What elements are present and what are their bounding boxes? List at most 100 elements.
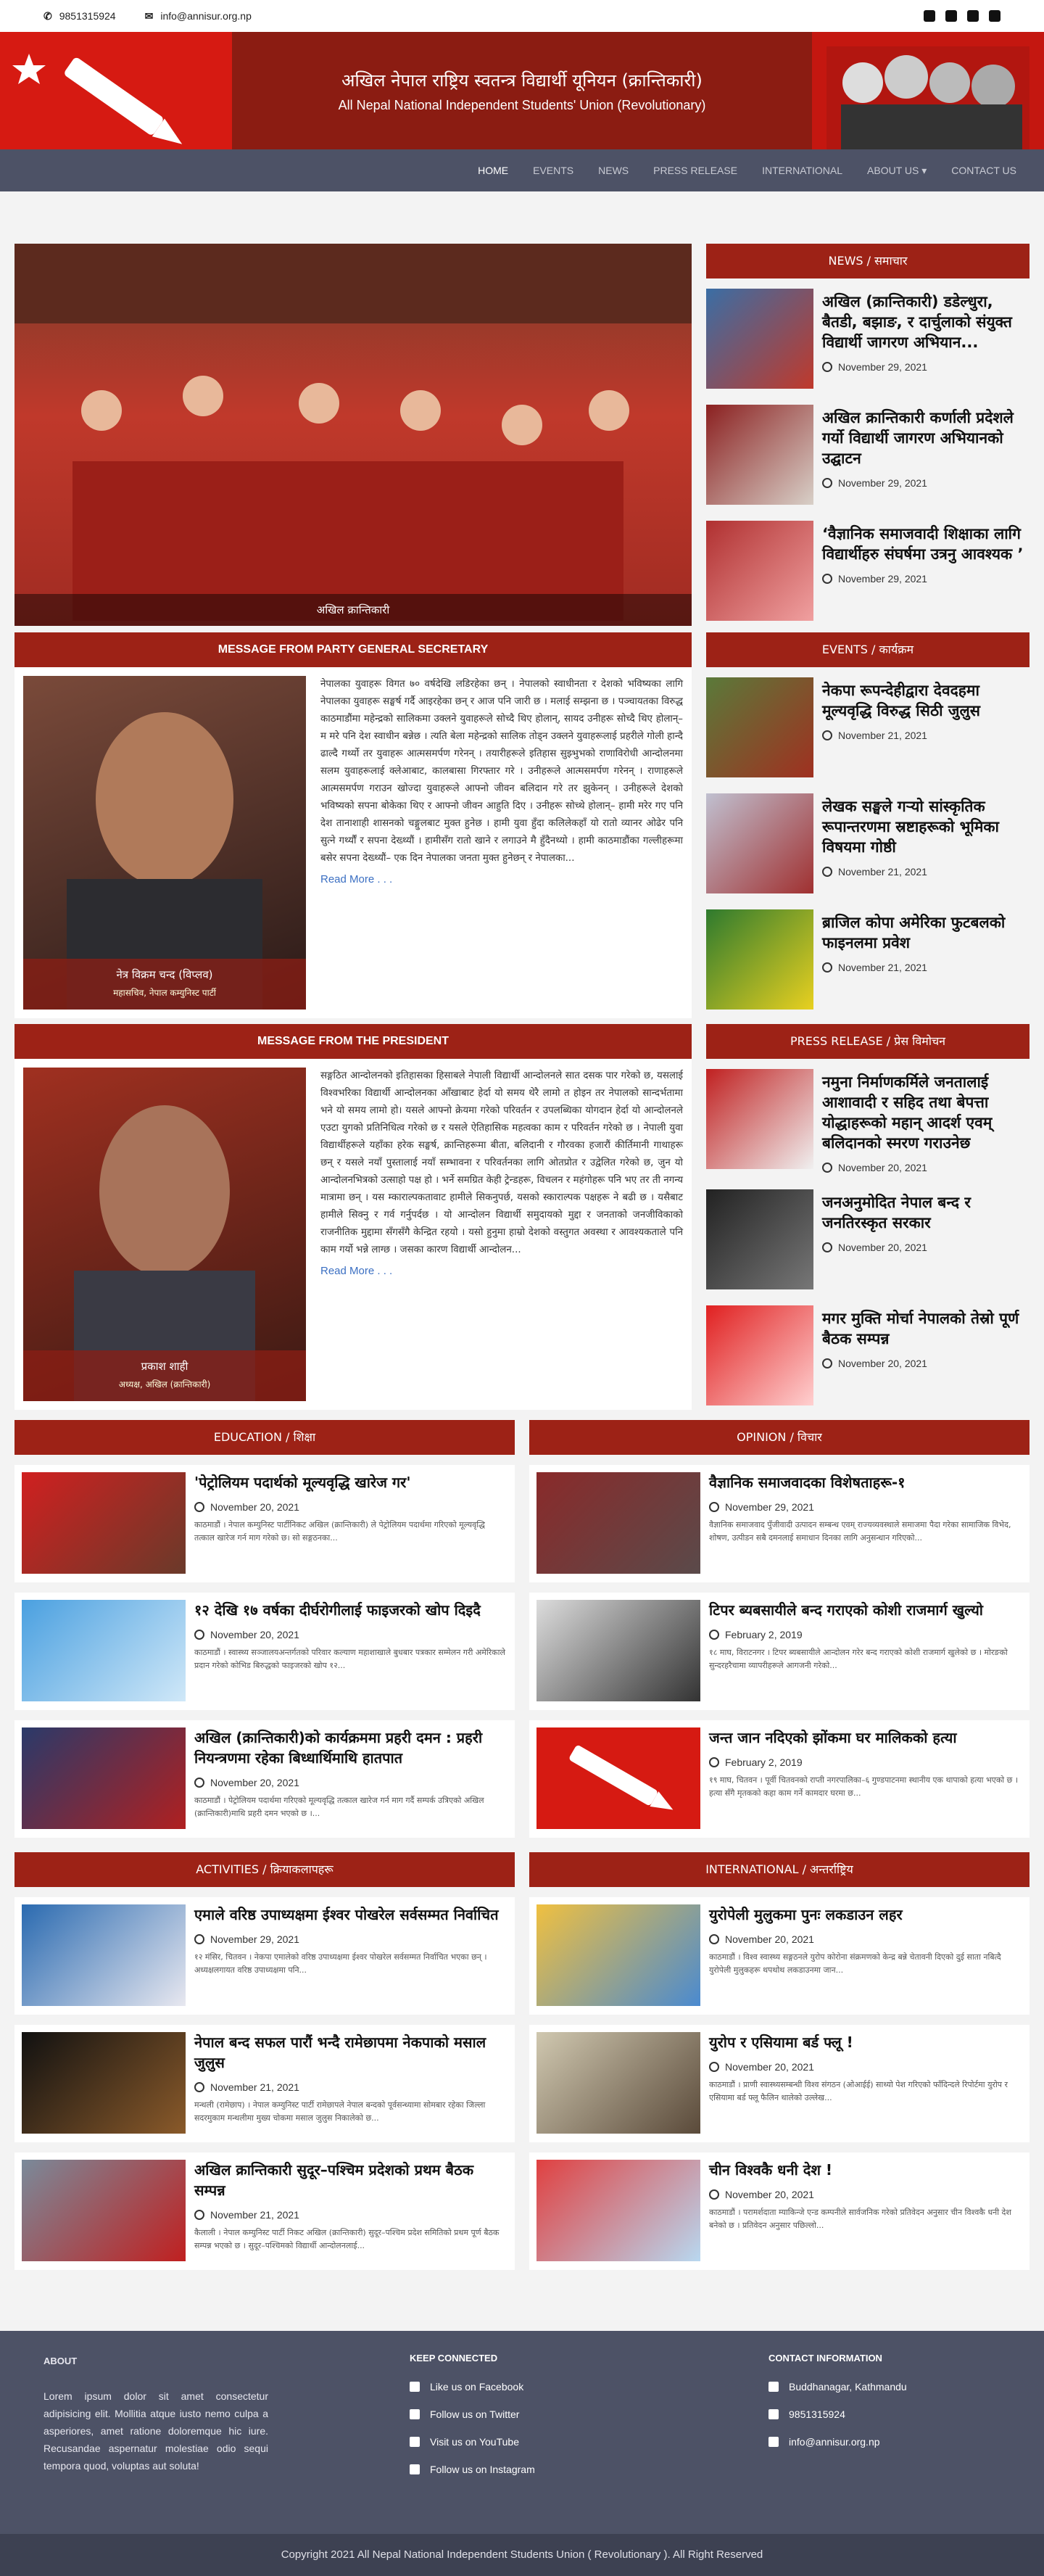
hero-image[interactable]: अखिल क्रान्तिकारी xyxy=(14,244,692,626)
news-item[interactable]: ‘वैज्ञानिक समाजवादी शिक्षाका लागि विद्या… xyxy=(706,511,1030,627)
international-item[interactable]: चीन विश्वकै धनी देश ! November 20, 2021 का… xyxy=(529,2152,1030,2270)
activity-item[interactable]: एमाले वरिष्ठ उपाध्यक्षमा ईश्वर पोखरेल सर… xyxy=(14,1897,515,2015)
nav-international[interactable]: INTERNATIONAL xyxy=(762,165,842,176)
international-title[interactable]: युरोपेली मुलुकमा पुनः लकडाउन लहर xyxy=(709,1904,1022,1925)
facebook-link[interactable]: Like us on Facebook xyxy=(410,2381,627,2393)
event-item[interactable]: ब्राजिल कोपा अमेरिका फुटबलको फाइनलमा प्र… xyxy=(706,899,1030,1015)
education-title[interactable]: 'पेट्रोलियम पदार्थको मूल्यवृद्धि खारेज ग… xyxy=(194,1472,508,1493)
event-title[interactable]: ब्राजिल कोपा अमेरिका फुटबलको फाइनलमा प्र… xyxy=(822,912,1030,953)
international-title[interactable]: चीन विश्वकै धनी देश ! xyxy=(709,2160,1022,2180)
news-title[interactable]: ‘वैज्ञानिक समाजवादी शिक्षाका लागि विद्या… xyxy=(822,524,1030,564)
news-thumbnail[interactable] xyxy=(706,521,813,621)
event-thumbnail[interactable] xyxy=(706,793,813,893)
press-title[interactable]: मगर मुक्ति मोर्चा नेपालको तेस्रो पूर्ण ब… xyxy=(822,1308,1030,1349)
press-date: November 20, 2021 xyxy=(822,1162,1030,1173)
press-title[interactable]: जनअनुमोदित नेपाल बन्द र जनतिरस्कृत सरकार xyxy=(822,1192,1030,1233)
opinion-thumbnail[interactable] xyxy=(536,1727,700,1829)
activity-excerpt: मन्थली (रामेछाप) । नेपाल कम्युनिस्ट पार्… xyxy=(194,2100,486,2123)
education-item[interactable]: १२ देखि १७ वर्षका दीर्घरोगीलाई फाइजरको ख… xyxy=(14,1593,515,1710)
international-title[interactable]: युरोप र एसियामा बर्ड फ्लू ! xyxy=(709,2032,1022,2052)
press-item[interactable]: मगर मुक्ति मोर्चा नेपालको तेस्रो पूर्ण ब… xyxy=(706,1295,1030,1411)
activity-title[interactable]: एमाले वरिष्ठ उपाध्यक्षमा ईश्वर पोखरेल सर… xyxy=(194,1904,508,1925)
education-thumbnail[interactable] xyxy=(22,1600,186,1701)
opinion-heading: OPINION / विचार xyxy=(529,1420,1030,1455)
international-item[interactable]: युरोपेली मुलुकमा पुनः लकडाउन लहर November… xyxy=(529,1897,1030,2015)
event-item[interactable]: नेकपा रूपन्देहीद्वारा देवदहमा मूल्यवृद्ध… xyxy=(706,667,1030,783)
nav-home[interactable]: HOME xyxy=(478,165,508,176)
news-thumbnail[interactable] xyxy=(706,405,813,505)
press-item[interactable]: जनअनुमोदित नेपाल बन्द र जनतिरस्कृत सरकार… xyxy=(706,1179,1030,1295)
news-item[interactable]: अखिल क्रान्तिकारी कर्णाली प्रदेशले गर्यो… xyxy=(706,395,1030,511)
footer-email[interactable]: info@annisur.org.np xyxy=(768,2436,1000,2448)
news-thumbnail[interactable] xyxy=(706,289,813,389)
instagram-link[interactable]: Follow us on Instagram xyxy=(410,2464,627,2475)
activity-thumbnail[interactable] xyxy=(22,2160,186,2261)
activity-item[interactable]: अखिल क्रान्तिकारी सुदूर–पश्चिम प्रदेशको … xyxy=(14,2152,515,2270)
education-title[interactable]: १२ देखि १७ वर्षका दीर्घरोगीलाई फाइजरको ख… xyxy=(194,1600,508,1620)
opinion-title[interactable]: टिपर ब्यबसायीले बन्द गराएको कोशी राजमार्… xyxy=(709,1600,1022,1620)
event-date: November 21, 2021 xyxy=(822,962,1030,973)
top-bar: ✆ 9851315924 ✉ info@annisur.org.np xyxy=(0,0,1044,32)
education-item[interactable]: अखिल (क्रान्तिकारी)को कार्यक्रममा प्रहरी… xyxy=(14,1720,515,1838)
opinion-thumbnail[interactable] xyxy=(536,1472,700,1574)
press-item[interactable]: नमुना निर्माणकर्मिले जनतालाई आशावादी र स… xyxy=(706,1059,1030,1179)
international-thumbnail[interactable] xyxy=(536,2032,700,2134)
education-item[interactable]: 'पेट्रोलियम पदार्थको मूल्यवृद्धि खारेज ग… xyxy=(14,1465,515,1582)
activity-thumbnail[interactable] xyxy=(22,2032,186,2134)
opinion-title[interactable]: जन्त जान नदिएको झोंकमा घर मालिकको हत्या xyxy=(709,1727,1022,1748)
international-item[interactable]: युरोप र एसियामा बर्ड फ्लू ! November 20, … xyxy=(529,2025,1030,2142)
activity-title[interactable]: नेपाल बन्द सफल पारौं भन्दै रामेछापमा नेक… xyxy=(194,2032,508,2073)
international-thumbnail[interactable] xyxy=(536,2160,700,2261)
press-thumbnail[interactable] xyxy=(706,1189,813,1289)
event-item[interactable]: लेखक सङ्घले गर्‍यो सांस्कृतिक रूपान्तरणम… xyxy=(706,783,1030,899)
education-excerpt: काठमाडौं । नेपाल कम्युनिस्ट पार्टीनिकट अ… xyxy=(194,1520,485,1543)
opinion-thumbnail[interactable] xyxy=(536,1600,700,1701)
youtube-icon[interactable] xyxy=(989,10,1000,22)
logo[interactable] xyxy=(0,32,232,149)
education-title[interactable]: अखिल (क्रान्तिकारी)को कार्यक्रममा प्रहरी… xyxy=(194,1727,508,1768)
news-date: November 29, 2021 xyxy=(822,361,1030,373)
activity-thumbnail[interactable] xyxy=(22,1904,186,2006)
phone-contact[interactable]: ✆ 9851315924 xyxy=(44,10,116,22)
secretary-read-more-link[interactable]: Read More . . . xyxy=(320,873,683,886)
event-title[interactable]: लेखक सङ्घले गर्‍यो सांस्कृतिक रूपान्तरणम… xyxy=(822,796,1030,857)
nav-events[interactable]: EVENTS xyxy=(533,165,573,176)
nav-contact-us[interactable]: CONTACT US xyxy=(951,165,1016,176)
nav-press-release[interactable]: PRESS RELEASE xyxy=(653,165,737,176)
nav-news[interactable]: NEWS xyxy=(598,165,629,176)
event-title[interactable]: नेकपा रूपन्देहीद्वारा देवदहमा मूल्यवृद्ध… xyxy=(822,680,1030,721)
opinion-title[interactable]: वैज्ञानिक समाजवादका विशेषताहरू-१ xyxy=(709,1472,1022,1493)
international-excerpt: काठमाडौं । परामर्शदाता म्याकिन्जे एन्ड क… xyxy=(709,2208,1011,2230)
international-thumbnail[interactable] xyxy=(536,1904,700,2006)
press-thumbnail[interactable] xyxy=(706,1305,813,1405)
press-date: November 20, 2021 xyxy=(822,1242,1030,1253)
nav-about-us[interactable]: ABOUT US ▾ xyxy=(867,165,927,177)
press-thumbnail[interactable] xyxy=(706,1069,813,1169)
instagram-icon[interactable] xyxy=(967,10,979,22)
opinion-item[interactable]: टिपर ब्यबसायीले बन्द गराएको कोशी राजमार्… xyxy=(529,1593,1030,1710)
news-title[interactable]: अखिल (क्रान्तिकारी) डडेल्धुरा, बैतडी, बझ… xyxy=(822,292,1030,352)
footer-phone[interactable]: 9851315924 xyxy=(768,2408,1000,2420)
footer-contact: CONTACT INFORMATION Buddhanagar, Kathman… xyxy=(768,2353,1000,2491)
twitter-link[interactable]: Follow us on Twitter xyxy=(410,2408,627,2420)
opinion-item[interactable]: वैज्ञानिक समाजवादका विशेषताहरू-१ November… xyxy=(529,1465,1030,1582)
secretary-message-heading: MESSAGE FROM PARTY GENERAL SECRETARY xyxy=(14,632,692,667)
news-item[interactable]: अखिल (क्रान्तिकारी) डडेल्धुरा, बैतडी, बझ… xyxy=(706,278,1030,395)
opinion-item[interactable]: जन्त जान नदिएको झोंकमा घर मालिकको हत्या F… xyxy=(529,1720,1030,1838)
activity-item[interactable]: नेपाल बन्द सफल पारौं भन्दै रामेछापमा नेक… xyxy=(14,2025,515,2142)
event-thumbnail[interactable] xyxy=(706,677,813,777)
footer-about: ABOUT Lorem ipsum dolor sit amet consect… xyxy=(44,2353,268,2491)
activity-title[interactable]: अखिल क्रान्तिकारी सुदूर–पश्चिम प्रदेशको … xyxy=(194,2160,508,2200)
education-thumbnail[interactable] xyxy=(22,1727,186,1829)
email-contact[interactable]: ✉ info@annisur.org.np xyxy=(145,10,252,22)
event-thumbnail[interactable] xyxy=(706,909,813,1010)
education-thumbnail[interactable] xyxy=(22,1472,186,1574)
president-read-more-link[interactable]: Read More . . . xyxy=(320,1265,683,1277)
youtube-link[interactable]: Visit us on YouTube xyxy=(410,2436,627,2448)
footer-links: KEEP CONNECTED Like us on Facebook Follo… xyxy=(410,2353,627,2491)
press-title[interactable]: नमुना निर्माणकर्मिले जनतालाई आशावादी र स… xyxy=(822,1072,1030,1153)
facebook-icon[interactable] xyxy=(924,10,935,22)
news-title[interactable]: अखिल क्रान्तिकारी कर्णाली प्रदेशले गर्यो… xyxy=(822,408,1030,468)
mail-icon xyxy=(768,2437,779,2447)
twitter-icon[interactable] xyxy=(945,10,957,22)
